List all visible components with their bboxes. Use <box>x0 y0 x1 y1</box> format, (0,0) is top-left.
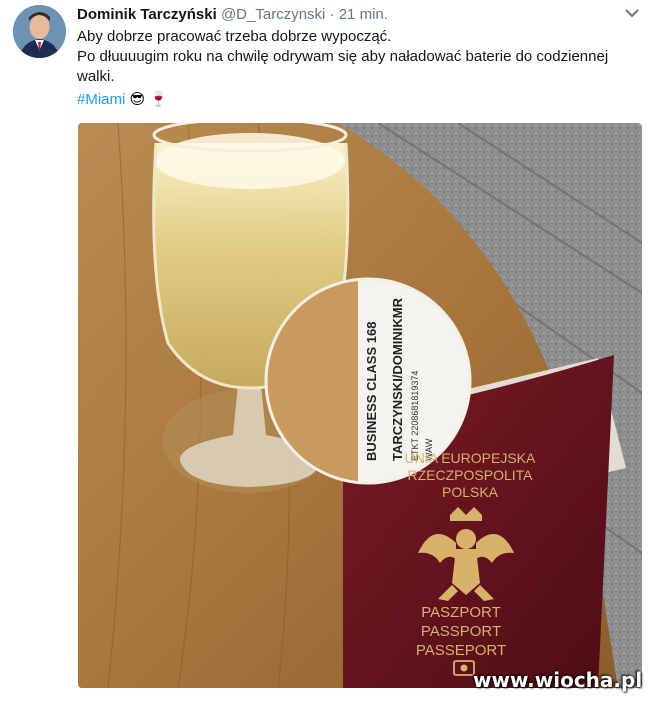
tweet-header: Dominik Tarczyński @D_Tarczynski · 21 mi… <box>77 6 388 23</box>
photo-scene: BUSINESS CLASS 168 TARCZYNSKI/DOMINIKMR … <box>78 123 642 688</box>
tweet-text-line: Aby dobrze pracować trzeba dobrze wypocz… <box>77 28 392 45</box>
tweet-text: Aby dobrze pracować trzeba dobrze wypocz… <box>77 27 637 87</box>
chevron-down-icon[interactable] <box>622 6 642 20</box>
tweet-text-line: Po dłuuuugim roku na chwilę odrywam się … <box>77 48 609 65</box>
meta-separator: · <box>329 6 335 23</box>
passport-title-line: PASSEPORT <box>416 642 506 659</box>
passport-header-line: UNIA EUROPEJSKA <box>405 450 536 466</box>
watermark-text: www.wiocha.pl <box>473 668 643 692</box>
hashtag-link[interactable]: #Miami <box>77 91 125 108</box>
sunglasses-face-icon: 😎 <box>129 90 146 108</box>
author-handle[interactable]: @D_Tarczynski <box>221 6 325 23</box>
tweet-tags-line: #Miami 😎 🍷 <box>77 89 168 110</box>
passport-header-line: POLSKA <box>442 484 499 500</box>
tweet-photo[interactable]: BUSINESS CLASS 168 TARCZYNSKI/DOMINIKMR … <box>78 123 642 688</box>
boarding-pass-class: BUSINESS CLASS 168 <box>364 322 379 461</box>
boarding-pass-ticket: ETKT 2208681819374 <box>410 371 420 461</box>
tweet-text-line: walki. <box>77 68 115 85</box>
author-avatar[interactable] <box>13 5 66 58</box>
boarding-pass-passenger: TARCZYNSKI/DOMINIKMR <box>390 297 405 461</box>
wine-glass-icon: 🍷 <box>149 90 169 108</box>
author-name[interactable]: Dominik Tarczyński <box>77 6 217 23</box>
passport-header-line: RZECZPOSPOLITA <box>408 467 534 483</box>
passport-title-line: PASSPORT <box>421 623 501 640</box>
avatar-photo <box>13 5 66 58</box>
passport-title-line: PASZPORT <box>421 604 500 621</box>
tweet-timestamp[interactable]: 21 min. <box>339 6 388 23</box>
